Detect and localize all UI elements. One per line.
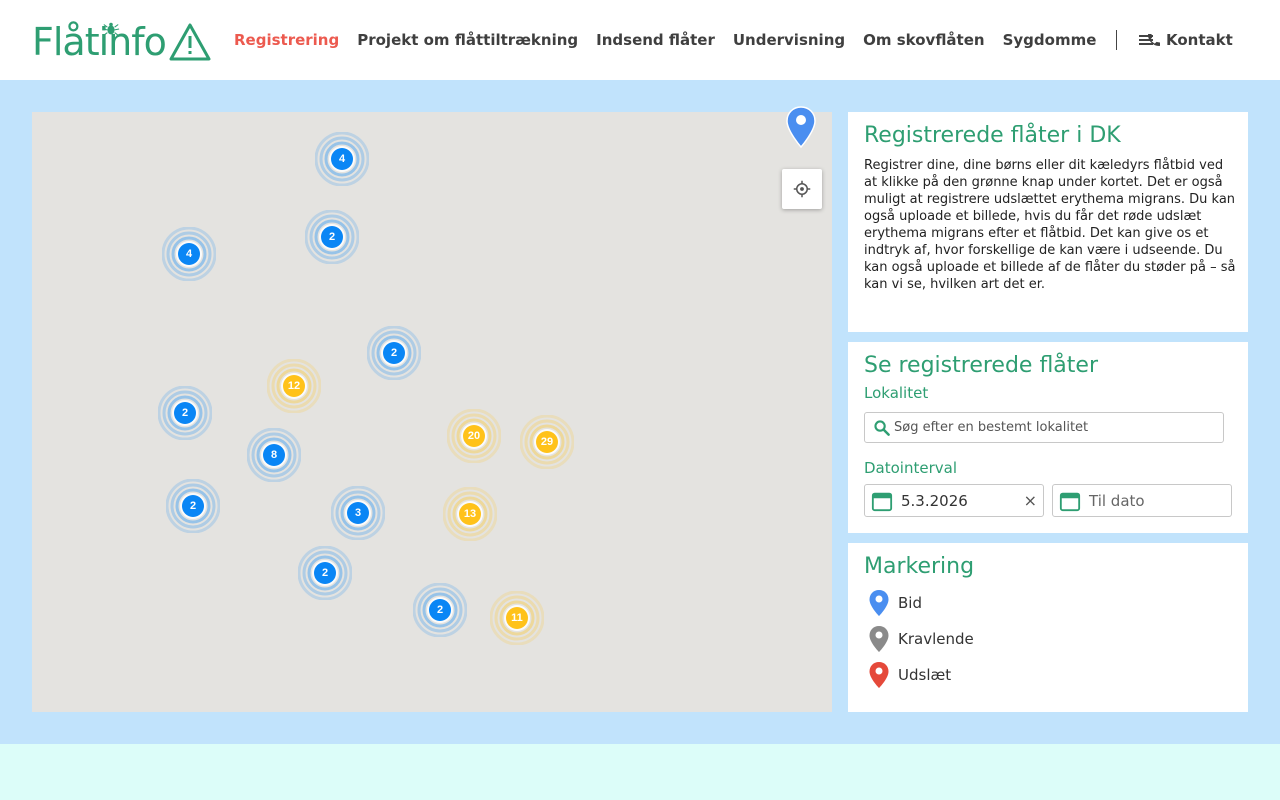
legend-panel: Markering Bid Kravlende Udslæt [848,543,1248,712]
map-cluster[interactable]: 11 [490,591,544,645]
cluster-count: 2 [189,500,197,512]
map-cluster[interactable]: 2 [367,326,421,380]
legend-list: Bid Kravlende Udslæt [864,585,1232,693]
nav-item-sygdomme[interactable]: Sygdomme [1003,31,1097,49]
nav-item-registrering[interactable]: Registrering [234,31,339,49]
nav-item-projekt[interactable]: Projekt om flåttiltrækning [357,31,578,49]
nav-item-undervisning[interactable]: Undervisning [733,31,845,49]
map-cluster[interactable]: 2 [305,210,359,264]
legend-item-udslaet: Udslæt [864,657,1232,693]
map-cluster[interactable]: 12 [267,359,321,413]
date-interval-label: Datointerval [864,459,957,477]
map-cluster[interactable]: 4 [315,132,369,186]
cluster-count: 11 [511,612,523,624]
location-label: Lokalitet [864,384,929,402]
info-panel-title: Registrerede flåter i DK [864,123,1121,148]
cluster-count: 4 [185,248,193,260]
main-nav: Registrering Projekt om flåttiltrækning … [234,0,1155,80]
legend-panel-title: Markering [864,554,975,579]
map-cluster[interactable]: 20 [447,409,501,463]
warning-triangle-icon [169,23,211,61]
legend-label: Udslæt [898,666,952,684]
filter-panel: Se registrerede flåter Lokalitet Datoint… [848,342,1248,533]
calendar-icon [871,492,893,511]
cluster-count: 2 [390,347,398,359]
cluster-count: 2 [436,604,444,616]
search-icon [874,420,890,436]
my-location-button[interactable] [782,169,822,209]
nav-item-indsend-flaater[interactable]: Indsend flåter [596,31,715,49]
nav-divider [1116,30,1118,50]
date-from-value: 5.3.2026 [901,491,968,510]
cluster-count: 12 [287,380,301,392]
legend-item-bid: Bid [864,585,1232,621]
nav-item-om-skovflaaten[interactable]: Om skovflåten [863,31,984,49]
clear-date-icon[interactable]: × [1024,492,1037,510]
date-from-field[interactable]: 5.3.2026 × [864,484,1044,517]
cluster-count: 29 [540,436,554,448]
site-logo[interactable]: Flåtinfo [32,16,212,64]
map-cluster[interactable]: 2 [413,583,467,637]
cluster-count: 2 [181,407,189,419]
blue-pin-icon [869,590,889,616]
filter-panel-title: Se registrerede flåter [864,353,1098,378]
legend-item-kravlende: Kravlende [864,621,1232,657]
location-search [864,412,1224,443]
legend-label: Kravlende [898,630,974,648]
location-search-input[interactable] [894,420,1214,435]
tick-icon [102,22,120,36]
map-cluster[interactable]: 2 [158,386,212,440]
cluster-count: 20 [467,430,481,442]
cluster-count: 3 [354,507,362,519]
map-cluster[interactable]: 3 [331,486,385,540]
crosshair-icon [793,180,811,198]
legend-label: Bid [898,594,922,612]
tick-map[interactable]: 4 2 4 2 12 2 20 29 8 2 3 13 2 2 11 [32,112,832,712]
cluster-count: 13 [463,508,477,520]
cluster-count: 4 [338,153,346,165]
red-pin-icon [869,662,889,688]
grey-pin-icon [869,626,889,652]
phone-icon [1148,34,1160,46]
map-cluster[interactable]: 29 [520,415,574,469]
cluster-count: 2 [328,231,336,243]
info-panel-description: Registrer dine, dine børns eller dit kæl… [864,158,1236,292]
map-cluster[interactable]: 2 [298,546,352,600]
map-cluster[interactable]: 4 [162,227,216,281]
calendar-icon [1059,492,1081,511]
info-panel: Registrerede flåter i DK Registrer dine,… [848,112,1248,332]
contact-link[interactable]: Kontakt [1146,0,1233,80]
site-header: Flåtinfo Registrering Projekt om flåttil… [0,0,1280,80]
contact-label: Kontakt [1166,31,1233,49]
date-to-field[interactable]: Til dato [1052,484,1232,517]
cluster-count: 8 [270,449,278,461]
map-cluster[interactable]: 13 [443,487,497,541]
logo-text: Flåtinfo [32,20,167,64]
map-cluster[interactable]: 8 [247,428,301,482]
date-to-placeholder: Til dato [1089,491,1145,510]
cluster-count: 2 [321,567,329,579]
map-cluster[interactable]: 2 [166,479,220,533]
add-registration-pin-icon[interactable] [786,106,816,148]
